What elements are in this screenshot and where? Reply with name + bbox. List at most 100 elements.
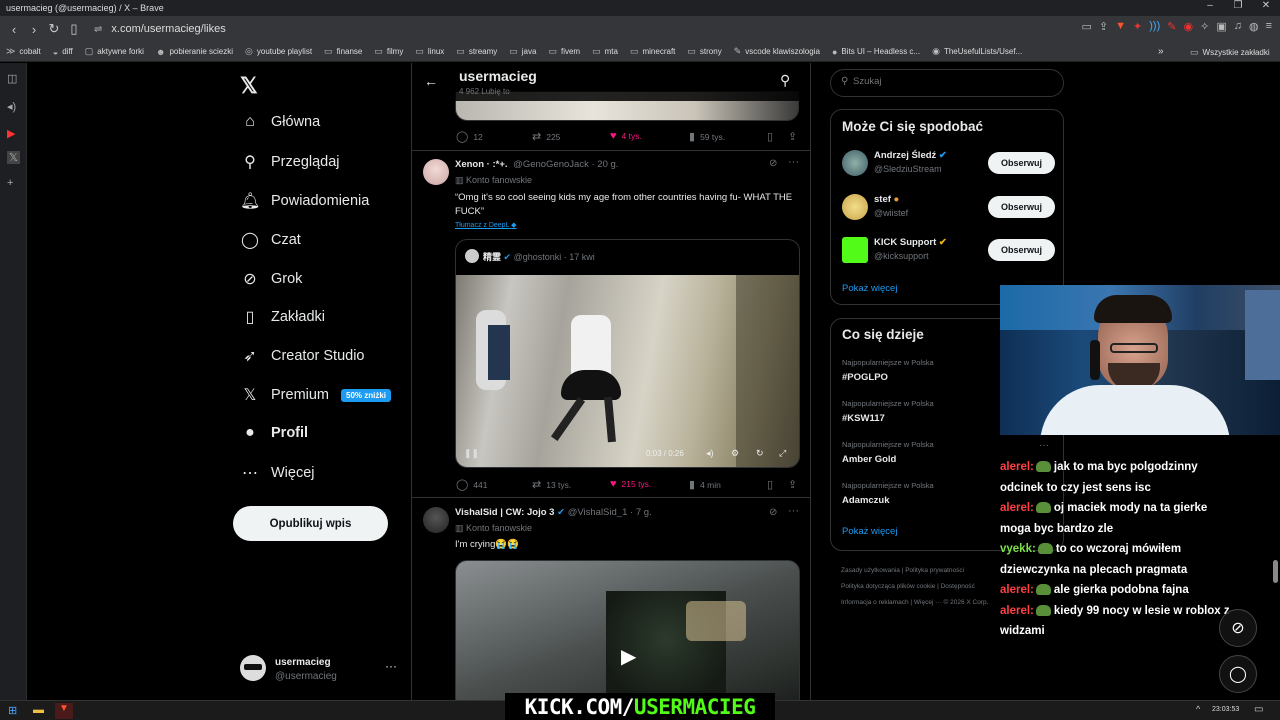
grok-icon[interactable]: ⊘	[769, 158, 777, 169]
tweet-author[interactable]: VishalSid | CW: Jojo 3	[455, 507, 554, 518]
notification-icon[interactable]: ▭	[1254, 704, 1263, 715]
search-input[interactable]	[853, 76, 1053, 87]
footer-link[interactable]: Polityka prywatności	[905, 567, 964, 574]
tweet[interactable]: VishalSid | CW: Jojo 3 ✔ @VishalSid_1 · …	[412, 498, 810, 700]
trend-item[interactable]: Najpopularniejsze w Polska Amber Gold	[842, 440, 934, 465]
retweet-button[interactable]: ⇄ 225	[532, 130, 560, 143]
minimize-button[interactable]: –	[1196, 0, 1224, 16]
menu-icon[interactable]: ≡	[1266, 20, 1272, 33]
extension-icon[interactable]: )))	[1149, 20, 1160, 33]
nav-item-7[interactable]: 𝕏 Premium 50% zniżki	[240, 385, 392, 405]
pause-icon[interactable]: ❚❚	[464, 448, 479, 459]
x-site-icon[interactable]: 𝕏	[7, 151, 20, 164]
retweet-button[interactable]: ⇄ 13 tys.	[532, 478, 571, 491]
bookmark-item[interactable]: ▢ aktywne forki	[85, 46, 144, 57]
nav-item-5[interactable]: ▯ Zakładki	[240, 307, 325, 327]
bookmark-item[interactable]: ▭ strony	[687, 46, 721, 57]
search-box[interactable]: ⚲	[830, 69, 1064, 97]
tray-chevron-icon[interactable]: ^	[1196, 704, 1200, 714]
footer-link[interactable]: Dostępność	[941, 583, 975, 590]
avatar[interactable]	[842, 237, 868, 263]
show-more-link[interactable]: Pokaż więcej	[842, 526, 897, 537]
bookmark-item[interactable]: ▭ minecraft	[630, 46, 675, 57]
avatar[interactable]	[423, 507, 449, 533]
sidebar-panel-icon[interactable]: ◫	[7, 72, 17, 85]
nav-item-9[interactable]: ⋯ Więcej	[240, 463, 315, 483]
extension-icon[interactable]: ✎	[1167, 20, 1176, 33]
trend-item[interactable]: Najpopularniejsze w Polska #POGLPO	[842, 358, 934, 383]
more-icon[interactable]: ···	[788, 505, 799, 517]
profile-icon[interactable]: ◍	[1249, 20, 1259, 33]
tweet-time[interactable]: 20 g.	[597, 159, 618, 170]
grok-icon[interactable]: ⊘	[769, 507, 777, 518]
show-more-link[interactable]: Pokaż więcej	[842, 283, 897, 294]
extensions-icon[interactable]: ✧	[1200, 20, 1209, 33]
sidebar-toggle-icon[interactable]: ▣	[1216, 20, 1226, 33]
bookmark-button[interactable]: ▯	[767, 478, 778, 491]
avatar[interactable]	[423, 159, 449, 185]
bookmark-item[interactable]: ☻ pobieranie sciezki	[156, 47, 233, 57]
bookmark-button[interactable]: ▯	[767, 130, 778, 143]
fullscreen-icon[interactable]: ⤢	[779, 448, 786, 459]
tweet-author[interactable]: Xenon · :*+.	[455, 159, 508, 170]
back-arrow-icon[interactable]: ←	[424, 73, 438, 89]
grok-floating-button[interactable]: ⊘	[1219, 609, 1257, 647]
translate-link[interactable]: Tłumacz z DeepL ◆	[455, 221, 517, 229]
suggestion-row[interactable]: stef ● @wiistef Obserwuj	[831, 192, 1065, 228]
bookmark-item[interactable]: ▭ finanse	[324, 46, 362, 57]
start-icon[interactable]: ⊞	[8, 704, 17, 717]
reply-button[interactable]: ◯ 441	[456, 478, 488, 491]
suggestion-name[interactable]: KICK Support	[874, 237, 936, 248]
bookmark-item[interactable]: ▭ fivem	[548, 46, 580, 57]
post-button[interactable]: Opublikuj wpis	[233, 506, 388, 541]
nav-item-6[interactable]: ➶ Creator Studio	[240, 346, 364, 366]
extension-icon[interactable]: ✦	[1133, 20, 1142, 33]
suggestion-row[interactable]: KICK Support ✔ @kicksupport Obserwuj	[831, 235, 1065, 271]
more-icon[interactable]: ···	[385, 659, 397, 673]
more-icon[interactable]: ···	[788, 156, 799, 168]
trend-item[interactable]: Najpopularniejsze w Polska #KSW117	[842, 399, 934, 424]
tweet-handle[interactable]: @GenoGenoJack	[513, 159, 589, 170]
share-icon[interactable]: ⇪	[1099, 20, 1108, 33]
footer-link[interactable]: Polityka dotycząca plików cookie	[841, 583, 935, 590]
nav-item-0[interactable]: ⌂ Główna	[240, 113, 320, 131]
nav-item-1[interactable]: ⚲ Przeglądaj	[240, 152, 339, 172]
reload-icon[interactable]: ↻	[44, 21, 64, 37]
scrollbar-thumb[interactable]	[1273, 560, 1278, 583]
video-player[interactable]: ▶	[455, 560, 800, 700]
footer-link[interactable]: Informacja o reklamach	[841, 599, 909, 606]
nav-item-4[interactable]: ⊘ Grok	[240, 269, 302, 289]
tweet[interactable]: Xenon · :*+. @GenoGenoJack · 20 g. ⊘ ···…	[412, 151, 810, 498]
more-icon[interactable]: ···	[1039, 440, 1049, 451]
x-logo-icon[interactable]: 𝕏	[240, 73, 258, 99]
footer-link[interactable]: Zasady użytkowania	[841, 567, 900, 574]
bookmarks-overflow[interactable]: »	[1158, 46, 1164, 57]
like-button[interactable]: ♥ 4 tys.	[610, 130, 642, 142]
youtube-icon[interactable]: ▶	[7, 127, 15, 140]
bookmark-item[interactable]: ◎ youtube playlist	[245, 46, 312, 57]
views-button[interactable]: ▮ 4 min	[689, 478, 721, 491]
bookmark-item[interactable]: ▭ mta	[592, 46, 618, 57]
install-icon[interactable]: ▭	[1082, 20, 1092, 33]
suggestion-name[interactable]: stef	[874, 194, 891, 205]
bookmark-item[interactable]: ▭ linux	[415, 46, 444, 57]
share-button[interactable]: ⇪	[788, 130, 802, 143]
chat-floating-button[interactable]: ◯	[1219, 655, 1257, 693]
views-button[interactable]: ▮ 59 tys.	[689, 130, 725, 143]
bookmark-page-icon[interactable]: ▯	[64, 21, 84, 37]
bookmark-item[interactable]: ◉ TheUsefulLists/Usef...	[932, 46, 1022, 57]
bookmark-item[interactable]: ✎ vscode klawiszologia	[734, 46, 820, 57]
settings-icon[interactable]: ⚙	[731, 448, 739, 459]
address-bar[interactable]: ⇌ x.com/usermacieg/likes	[90, 19, 1090, 39]
nav-item-2[interactable]: 🔔︎ Powiadomienia	[240, 191, 369, 211]
back-icon[interactable]: ‹	[4, 22, 24, 37]
brave-icon[interactable]: ▼	[55, 703, 73, 719]
suggestion-name[interactable]: Andrzej Śledź	[874, 150, 936, 161]
account-switcher[interactable]: usermacieg @usermacieg ···	[240, 653, 400, 689]
bookmark-item[interactable]: ▭ streamy	[456, 46, 497, 57]
close-button[interactable]: ✕	[1252, 0, 1280, 16]
bookmark-item[interactable]: ▭ java	[509, 46, 536, 57]
bookmark-item[interactable]: ● Bits UI – Headless c...	[832, 47, 920, 57]
tweet-time[interactable]: 7 g.	[636, 507, 652, 518]
all-bookmarks[interactable]: ▭ Wszystkie zakładki	[1190, 47, 1270, 58]
